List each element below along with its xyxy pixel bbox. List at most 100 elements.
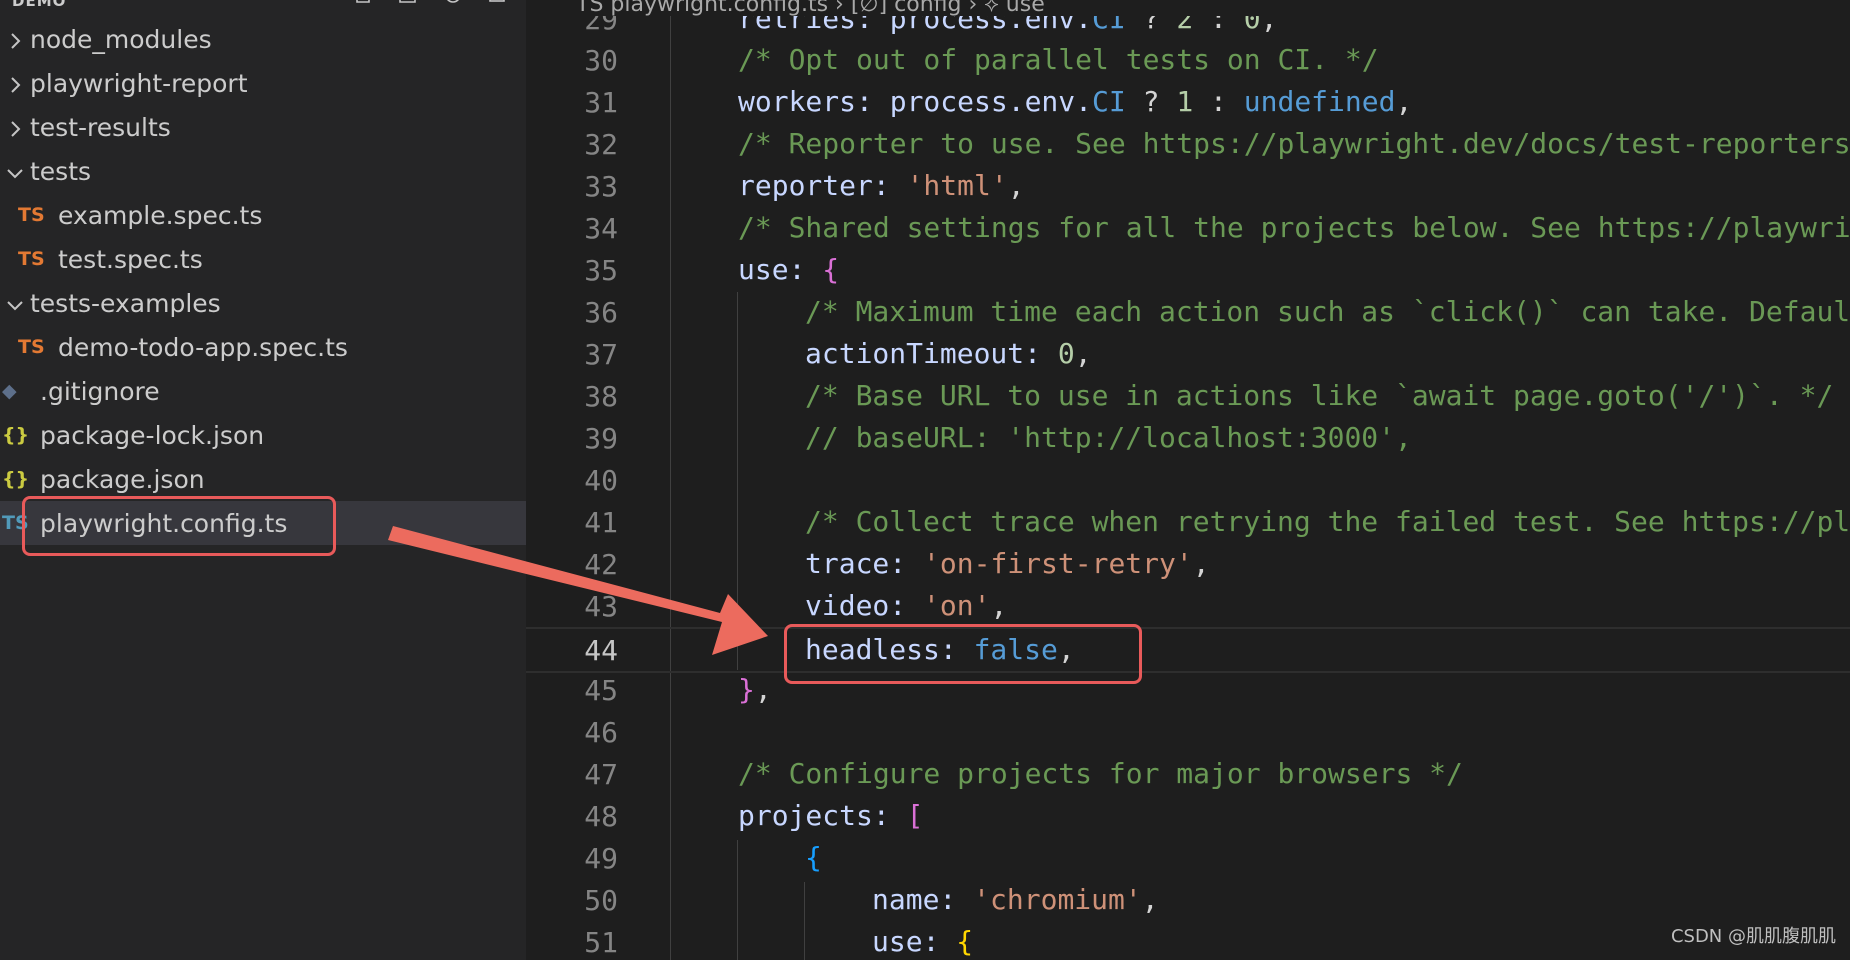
code-text: /* Shared settings for all the projects …: [738, 211, 1850, 244]
code-editor[interactable]: 29 retries: process.env.CI ? 2 : 0, 30 /…: [526, 0, 1850, 960]
tree-item-label: playwright-report: [30, 68, 248, 98]
new-folder-icon[interactable]: [398, 0, 420, 4]
code-line: 33 reporter: 'html',: [526, 165, 1850, 207]
tree-item-label: tests: [30, 156, 92, 186]
collapse-all-icon[interactable]: [486, 0, 508, 4]
code-line: 39 // baseURL: 'http://localhost:3000',: [526, 417, 1850, 459]
chevron-right-icon: [0, 27, 30, 51]
code-text: /* Base URL to use in actions like `awai…: [805, 379, 1834, 412]
json-file-icon: {}: [2, 424, 30, 446]
tree-item-label: test-results: [30, 112, 171, 142]
code-line: 50 name: 'chromium',: [526, 879, 1850, 921]
line-number: 34: [584, 211, 618, 245]
typescript-file-icon: TS: [18, 336, 45, 358]
tree-item-label: test.spec.ts: [58, 244, 203, 274]
line-number: 49: [584, 841, 618, 875]
code-line: 51 use: {: [526, 921, 1850, 960]
line-number: 37: [584, 337, 618, 371]
tree-item-package-lock-json[interactable]: {} package-lock.json: [0, 413, 526, 457]
code-line: 48 projects: [: [526, 795, 1850, 837]
tree-item-demo-todo-app-spec[interactable]: TS demo-todo-app.spec.ts: [0, 325, 526, 369]
line-number: 32: [584, 127, 618, 161]
code-line: 34 /* Shared settings for all the projec…: [526, 207, 1850, 249]
code-text: /* Maximum time each action such as `cli…: [805, 295, 1850, 328]
tree-item-label: tests-examples: [30, 288, 221, 318]
code-line-current: 44 headless: false,: [526, 627, 1850, 673]
tree-item-label: node_modules: [30, 24, 212, 54]
tree-item-tests-examples[interactable]: tests-examples: [0, 281, 526, 325]
code-line: 36 /* Maximum time each action such as `…: [526, 291, 1850, 333]
vscode-window: DEMO node_modules playwright-report test…: [0, 0, 1850, 960]
new-file-icon[interactable]: [354, 0, 376, 4]
code-line: 40: [526, 459, 1850, 501]
code-text: // baseURL: 'http://localhost:3000',: [805, 421, 1412, 454]
typescript-file-icon: TS: [18, 204, 45, 226]
watermark: CSDN @肌肌腹肌肌: [1670, 926, 1836, 947]
tree-item-example-spec[interactable]: TS example.spec.ts: [0, 193, 526, 237]
explorer-actions: [354, 0, 508, 4]
json-file-icon: {}: [2, 468, 30, 490]
code-line: 32 /* Reporter to use. See https://playw…: [526, 123, 1850, 165]
line-number: 31: [584, 85, 618, 119]
tree-item-label: package.json: [40, 464, 205, 494]
line-number: 44: [584, 633, 618, 667]
explorer-title: DEMO: [12, 0, 67, 10]
line-number: 51: [584, 925, 618, 959]
code-line: 37 actionTimeout: 0,: [526, 333, 1850, 375]
line-number: 33: [584, 169, 618, 203]
tree-item-label: example.spec.ts: [58, 200, 263, 230]
line-number: 48: [584, 799, 618, 833]
code-line: 42 trace: 'on-first-retry',: [526, 543, 1850, 585]
code-text: /* Opt out of parallel tests on CI. */: [738, 43, 1379, 76]
tree-item-package-json[interactable]: {} package.json: [0, 457, 526, 501]
chevron-right-icon: [0, 71, 30, 95]
code-line: 35 use: {: [526, 249, 1850, 291]
tree-item-tests[interactable]: tests: [0, 149, 526, 193]
code-line: 45 },: [526, 669, 1850, 711]
refresh-icon[interactable]: [442, 0, 464, 4]
line-number: 35: [584, 253, 618, 287]
explorer-header: DEMO: [0, 0, 526, 14]
line-number: 39: [584, 421, 618, 455]
code-line: 31 workers: process.env.CI ? 1 : undefin…: [526, 81, 1850, 123]
code-line: 47 /* Configure projects for major brows…: [526, 753, 1850, 795]
code-line: 43 video: 'on',: [526, 585, 1850, 627]
tree-item-gitignore[interactable]: ◆ .gitignore: [0, 369, 526, 413]
code-highlight-box: [784, 624, 1142, 684]
code-text: {: [805, 841, 822, 874]
code-text: /* Configure projects for major browsers…: [738, 757, 1463, 790]
line-number: 47: [584, 757, 618, 791]
tree-item-node-modules[interactable]: node_modules: [0, 17, 526, 61]
code-line: 49 {: [526, 837, 1850, 879]
line-number: 43: [584, 589, 618, 623]
line-number: 40: [584, 463, 618, 497]
typescript-file-icon: TS: [18, 248, 45, 270]
code-line: 41 /* Collect trace when retrying the fa…: [526, 501, 1850, 543]
explorer-sidebar: DEMO node_modules playwright-report test…: [0, 0, 527, 960]
tree-item-test-spec[interactable]: TS test.spec.ts: [0, 237, 526, 281]
tree-item-test-results[interactable]: test-results: [0, 105, 526, 149]
code-text: /* Reporter to use. See https://playwrig…: [738, 127, 1850, 160]
code-line: 38 /* Base URL to use in actions like `a…: [526, 375, 1850, 417]
chevron-down-icon: [0, 159, 30, 183]
line-number: 38: [584, 379, 618, 413]
git-file-icon: ◆: [2, 380, 17, 402]
code-text: /* Collect trace when retrying the faile…: [805, 505, 1850, 538]
line-number: 30: [584, 43, 618, 77]
tree-item-label: package-lock.json: [40, 420, 265, 450]
line-number: 41: [584, 505, 618, 539]
breadcrumb[interactable]: TS playwright.config.ts › [∅] config › ⟡…: [526, 0, 1850, 16]
code-line: 30 /* Opt out of parallel tests on CI. *…: [526, 39, 1850, 81]
tree-item-playwright-report[interactable]: playwright-report: [0, 61, 526, 105]
chevron-down-icon: [0, 291, 30, 315]
line-number: 46: [584, 715, 618, 749]
tree-item-label: .gitignore: [40, 376, 160, 406]
tree-item-label: demo-todo-app.spec.ts: [58, 332, 348, 362]
code-line: 46: [526, 711, 1850, 753]
sidebar-highlight-box: [22, 496, 336, 556]
chevron-right-icon: [0, 115, 30, 139]
line-number: 42: [584, 547, 618, 581]
line-number: 36: [584, 295, 618, 329]
line-number: 45: [584, 673, 618, 707]
line-number: 50: [584, 883, 618, 917]
